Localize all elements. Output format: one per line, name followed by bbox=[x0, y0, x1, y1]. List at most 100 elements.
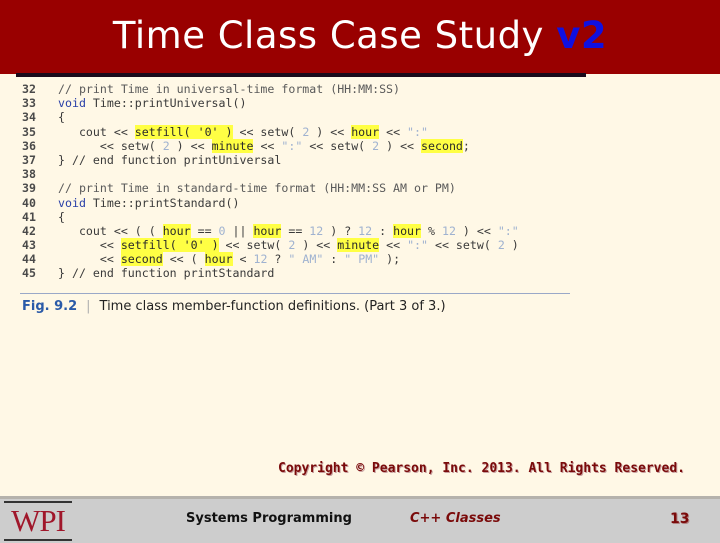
code-text: void Time::printStandard() bbox=[58, 196, 239, 210]
code-token: % bbox=[421, 223, 442, 238]
line-number: 42 bbox=[22, 223, 36, 238]
highlighted-token: minute bbox=[337, 238, 380, 253]
highlighted-token: hour bbox=[253, 223, 282, 238]
code-token: cout << bbox=[58, 124, 135, 139]
highlighted-token: hour bbox=[204, 252, 233, 267]
code-line: 33 void Time::printUniversal() bbox=[22, 96, 519, 110]
code-token: < bbox=[232, 252, 254, 267]
code-token: cout << ( ( bbox=[58, 223, 163, 238]
highlighted-token: hour bbox=[393, 223, 422, 238]
line-number: 38 bbox=[22, 167, 36, 182]
code-token: ) << bbox=[309, 124, 352, 139]
line-number: 37 bbox=[22, 152, 36, 167]
line-number: 32 bbox=[22, 82, 36, 96]
slide-title-text: Time Class Case Study bbox=[112, 14, 557, 57]
slide-title: Time Class Case Study v2 bbox=[0, 14, 720, 57]
code-line: 45 } // end function printStandard bbox=[22, 266, 519, 280]
code-token: << bbox=[58, 238, 121, 253]
line-number: 40 bbox=[22, 195, 36, 210]
figure-caption: Fig. 9.2 | Time class member-function de… bbox=[22, 299, 446, 314]
code-line: 34 { bbox=[22, 110, 519, 124]
page-number: 13 bbox=[670, 511, 690, 527]
code-line: 40 void Time::printStandard() bbox=[22, 196, 519, 210]
code-token: == bbox=[190, 223, 219, 238]
wpi-logo: WPI bbox=[4, 501, 72, 541]
code-token: ); bbox=[379, 252, 401, 267]
keyword-token: void bbox=[58, 96, 86, 111]
figure-number: Fig. 9.2 bbox=[22, 299, 78, 314]
highlighted-token: minute bbox=[211, 138, 254, 153]
code-token: << setw( bbox=[232, 124, 303, 139]
code-token: << setw( bbox=[302, 138, 373, 153]
code-token: Time::printUniversal() bbox=[85, 96, 247, 111]
figure-separator: | bbox=[86, 299, 91, 314]
code-token: { bbox=[58, 110, 65, 125]
code-token: << setw( bbox=[428, 238, 498, 253]
code-token: << bbox=[253, 138, 282, 153]
footer-course-name: Systems Programming bbox=[186, 511, 352, 526]
code-token: Time::printStandard() bbox=[85, 195, 240, 210]
code-token: ; bbox=[462, 138, 470, 153]
code-token: << bbox=[58, 252, 121, 267]
code-text: void Time::printUniversal() bbox=[58, 96, 246, 110]
line-number: 44 bbox=[22, 252, 36, 267]
comment-token: // print Time in standard-time format (H… bbox=[58, 181, 456, 196]
code-text: cout << ( ( hour == 0 || hour == 12 ) ? … bbox=[58, 223, 519, 238]
wpi-logo-text: WPI bbox=[11, 503, 66, 538]
code-token: ) << bbox=[169, 138, 212, 153]
literal-token: ":" bbox=[407, 124, 428, 139]
code-token: << bbox=[379, 238, 408, 253]
code-token: == bbox=[281, 223, 310, 238]
code-text: } // end function printStandard bbox=[58, 266, 274, 280]
code-line: 41 { bbox=[22, 210, 519, 224]
code-token: } // end function printUniversal bbox=[58, 152, 282, 167]
code-token: << bbox=[379, 124, 408, 139]
code-text: << setw( 2 ) << minute << ":" << setw( 2… bbox=[58, 138, 470, 153]
code-text: // print Time in standard-time format (H… bbox=[58, 181, 456, 195]
line-number: 36 bbox=[22, 138, 36, 153]
copyright-notice: Copyright © Pearson, Inc. 2013. All Righ… bbox=[278, 461, 685, 476]
literal-token: ":" bbox=[281, 138, 303, 153]
literal-token: 12 bbox=[358, 223, 373, 238]
literal-token: " PM" bbox=[344, 252, 380, 267]
line-number: 45 bbox=[22, 266, 36, 281]
code-text: } // end function printUniversal bbox=[58, 153, 281, 167]
code-token: { bbox=[58, 209, 65, 224]
line-number: 41 bbox=[22, 209, 36, 224]
line-number: 35 bbox=[22, 124, 36, 139]
title-underline bbox=[16, 73, 586, 77]
line-number: 39 bbox=[22, 181, 36, 196]
code-line: 32 // print Time in universal-time format… bbox=[22, 82, 519, 96]
code-token: } // end function printStandard bbox=[58, 266, 275, 281]
literal-token: 2 bbox=[497, 238, 505, 253]
highlighted-token: second bbox=[421, 138, 463, 153]
literal-token: ":" bbox=[407, 238, 429, 253]
literal-token: ":" bbox=[497, 223, 519, 238]
code-line: 37 } // end function printUniversal bbox=[22, 153, 519, 167]
footer-bar: WPI Systems Programming C++ Classes 13 bbox=[0, 496, 720, 543]
highlighted-token: setfill( '0' ) bbox=[134, 124, 233, 139]
code-text: << setfill( '0' ) << setw( 2 ) << minute… bbox=[58, 238, 519, 253]
keyword-token: void bbox=[58, 195, 86, 210]
comment-token: // print Time in universal-time format (… bbox=[58, 82, 401, 96]
code-token: << ( bbox=[162, 252, 205, 267]
code-token: ) bbox=[504, 238, 519, 253]
code-line: 39 // print Time in standard-time format … bbox=[22, 181, 519, 195]
code-token: << setw( bbox=[58, 138, 163, 153]
title-bar: Time Class Case Study v2 bbox=[0, 0, 720, 77]
literal-token: 12 bbox=[253, 252, 268, 267]
code-text: cout << setfill( '0' ) << setw( 2 ) << h… bbox=[58, 124, 428, 139]
code-token: : bbox=[323, 252, 345, 267]
code-token: ) << bbox=[455, 223, 498, 238]
highlighted-token: setfill( '0' ) bbox=[120, 238, 219, 253]
code-token: || bbox=[225, 223, 254, 238]
literal-token: 12 bbox=[441, 223, 456, 238]
code-text: << second << ( hour < 12 ? " AM" : " PM"… bbox=[58, 252, 401, 267]
code-line: 38 bbox=[22, 167, 519, 181]
line-number: 33 bbox=[22, 96, 36, 111]
literal-token: 2 bbox=[162, 138, 170, 153]
code-token: << setw( bbox=[218, 238, 289, 253]
code-token: ? bbox=[267, 252, 289, 267]
code-line: 36 << setw( 2 ) << minute << ":" << setw… bbox=[22, 138, 519, 153]
footer-topic: C++ Classes bbox=[410, 511, 501, 526]
